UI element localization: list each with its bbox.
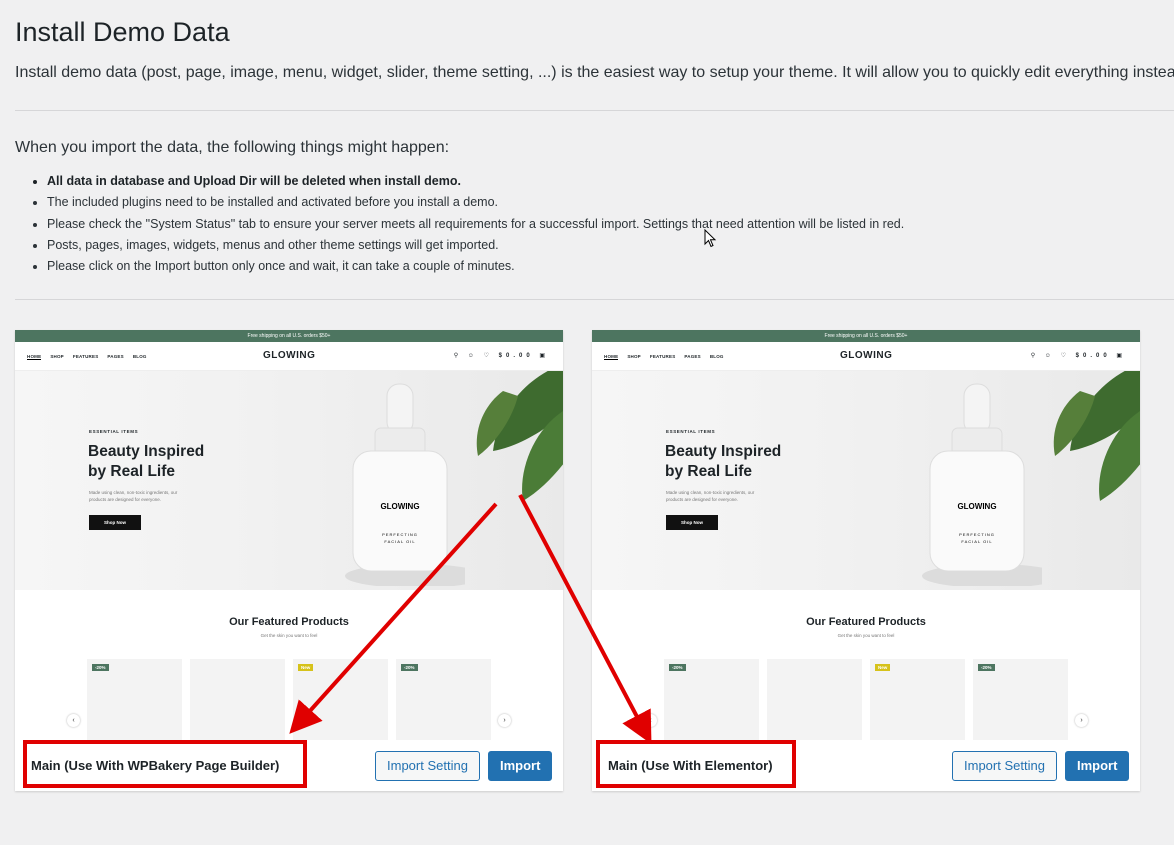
preview-nav-item: BLOG <box>132 354 147 359</box>
preview-nav-item: PAGES <box>684 354 701 359</box>
install-demo-page: Install Demo Data Install demo data (pos… <box>0 0 1174 845</box>
preview-eyebrow: ESSENTIAL ITEMS <box>666 429 716 434</box>
preview-featured-title: Our Featured Products <box>229 616 349 628</box>
notice-item: Please click on the Import button only o… <box>47 256 904 277</box>
preview-topbar: Free shipping on all U.S. orders $50+ <box>592 330 1140 342</box>
preview-nav-item: HOME <box>27 354 42 360</box>
page-intro: Install demo data (post, page, image, me… <box>15 64 1174 81</box>
preview-featured-title: Our Featured Products <box>806 616 926 628</box>
product-card: -20% <box>87 659 182 740</box>
preview-nav-item: PAGES <box>107 354 124 359</box>
bottle-brand: GLOWING <box>380 502 419 511</box>
preview-nav-item: BLOG <box>709 354 724 359</box>
chevron-right-icon: › <box>498 714 511 727</box>
notice-item: Posts, pages, images, widgets, menus and… <box>47 235 904 256</box>
highlight-box <box>596 740 796 788</box>
chevron-left-icon: ‹ <box>644 714 657 727</box>
preview-featured-sub: Get the skin you want to feel <box>260 633 318 638</box>
highlight-box <box>23 740 307 788</box>
preview-headline: Beauty Inspired by Real Life <box>88 442 248 482</box>
preview-featured: Our Featured Products Get the skin you w… <box>592 590 1140 740</box>
notice-item: The included plugins need to be installe… <box>47 192 904 213</box>
demo-preview-image[interactable]: Free shipping on all U.S. orders $50+ HO… <box>592 330 1140 740</box>
preview-nav-item: SHOP <box>627 354 641 359</box>
demo-card-wpbakery: Free shipping on all U.S. orders $50+ HO… <box>15 330 563 791</box>
preview-headline-line: by Real Life <box>88 463 175 480</box>
preview-nav: HOME SHOP FEATURES PAGES BLOG GLOWING ⚲ ☺ ♡ … <box>592 342 1140 371</box>
demo-preview-image[interactable]: Free shipping on all U.S. orders $50+ HO… <box>15 330 563 740</box>
product-card: -20% <box>664 659 759 740</box>
import-button[interactable]: Import <box>488 751 553 781</box>
bottle-caption: PERFECTING <box>382 532 418 537</box>
mouse-cursor-icon <box>704 229 717 248</box>
preview-headline: Beauty Inspired by Real Life <box>665 442 825 482</box>
import-setting-button[interactable]: Import Setting <box>952 751 1057 781</box>
preview-cart-total: $0.00 <box>1075 353 1111 359</box>
preview-headline-line: Beauty Inspired <box>665 443 782 460</box>
product-card <box>767 659 862 740</box>
demo-card-elementor: Free shipping on all U.S. orders $50+ HO… <box>592 330 1140 791</box>
preview-nav-item: FEATURES <box>649 354 676 359</box>
preview-nav-icons: ⚲ ☺ ♡ $0.00 ▣ <box>1030 353 1126 359</box>
import-button[interactable]: Import <box>1065 751 1130 781</box>
preview-nav-item: FEATURES <box>72 354 99 359</box>
notice-lead: When you import the data, the following … <box>15 139 450 156</box>
notice-list: All data in database and Upload Dir will… <box>47 171 904 277</box>
preview-hero: ESSENTIAL ITEMS Beauty Inspired by Real L… <box>15 371 563 590</box>
product-card: New <box>870 659 965 740</box>
preview-shop-button: Shop Now <box>89 515 141 530</box>
import-setting-button[interactable]: Import Setting <box>375 751 480 781</box>
product-card: -20% <box>973 659 1068 740</box>
preview-featured: Our Featured Products Get the skin you w… <box>15 590 563 740</box>
product-tag: -20% <box>669 664 686 671</box>
product-tag: New <box>298 664 314 671</box>
preview-logo: GLOWING <box>263 350 316 361</box>
preview-nav: HOME SHOP FEATURES PAGES BLOG GLOWING ⚲ ☺ ♡ … <box>15 342 563 371</box>
leaf-icon <box>1053 371 1140 501</box>
preview-headline-line: by Real Life <box>665 463 752 480</box>
chevron-right-icon: › <box>1075 714 1088 727</box>
bottle-caption: FACIAL OIL <box>384 539 415 544</box>
product-tag: New <box>875 664 891 671</box>
preview-subtext: Made using clean, non-toxic ingredients,… <box>666 490 755 502</box>
preview-nav-icons: ⚲ ☺ ♡ $0.00 ▣ <box>453 353 549 359</box>
preview-cart-total: $0.00 <box>498 353 534 359</box>
divider <box>15 110 1174 111</box>
notice-item: Please check the "System Status" tab to … <box>47 214 904 235</box>
product-tag: -20% <box>978 664 995 671</box>
chevron-left-icon: ‹ <box>67 714 80 727</box>
product-card: New <box>293 659 388 740</box>
divider <box>15 299 1174 300</box>
preview-hero: ESSENTIAL ITEMS Beauty Inspired by Real L… <box>592 371 1140 590</box>
preview-featured-sub: Get the skin you want to feel <box>837 633 895 638</box>
preview-headline-line: Beauty Inspired <box>88 443 205 460</box>
preview-subtext: Made using clean, non-toxic ingredients,… <box>89 490 178 502</box>
preview-topbar: Free shipping on all U.S. orders $50+ <box>15 330 563 342</box>
product-card: -20% <box>396 659 491 740</box>
leaf-icon <box>476 371 563 501</box>
bottle-caption: FACIAL OIL <box>961 539 992 544</box>
preview-eyebrow: ESSENTIAL ITEMS <box>89 429 139 434</box>
preview-nav-item: SHOP <box>50 354 64 359</box>
product-card <box>190 659 285 740</box>
preview-shop-button: Shop Now <box>666 515 718 530</box>
product-tag: -20% <box>92 664 109 671</box>
preview-nav-item: HOME <box>604 354 619 360</box>
bottle-brand: GLOWING <box>957 502 996 511</box>
product-tag: -20% <box>401 664 418 671</box>
notice-item: All data in database and Upload Dir will… <box>47 171 904 192</box>
bottle-caption: PERFECTING <box>959 532 995 537</box>
preview-logo: GLOWING <box>840 350 893 361</box>
page-title: Install Demo Data <box>15 17 230 47</box>
